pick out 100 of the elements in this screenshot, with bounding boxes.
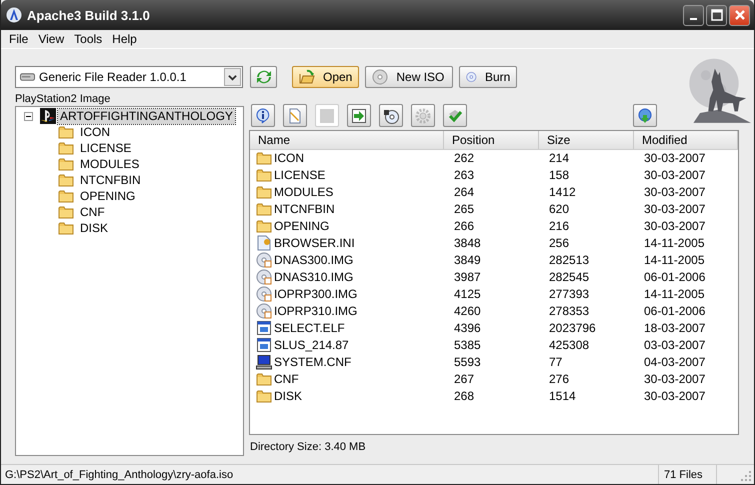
tree-item[interactable]: CNF xyxy=(78,204,107,220)
table-cell-text: 30-03-2007 xyxy=(643,218,706,235)
table-cell-text: 2023796 xyxy=(548,320,597,337)
tool-button[interactable] xyxy=(347,104,371,127)
settings-icon xyxy=(415,108,431,124)
folder-icon xyxy=(256,184,272,200)
tree-item[interactable]: LICENSE xyxy=(78,140,134,156)
table-cell-text: 06-01-2006 xyxy=(643,302,706,320)
file-name[interactable]: BROWSER.INI xyxy=(274,234,355,252)
table-cell-text: 30-03-2007 xyxy=(643,370,706,388)
file-name[interactable]: IOPRP310.IMG xyxy=(274,302,358,320)
table-cell-text: 30-03-2007 xyxy=(643,166,706,184)
table-cell-text: 265 xyxy=(453,200,476,218)
file-name[interactable]: OPENING xyxy=(274,218,330,235)
refresh-icon xyxy=(256,69,272,85)
computer-icon xyxy=(256,354,272,370)
folder-icon xyxy=(256,388,272,404)
file-name[interactable]: DNAS310.IMG xyxy=(274,268,354,286)
disc-image-icon xyxy=(256,303,272,320)
menu-item[interactable]: File xyxy=(4,32,34,46)
file-name[interactable]: SYSTEM.CNF xyxy=(274,354,352,371)
edit-icon xyxy=(287,108,303,124)
folder-icon xyxy=(58,220,74,236)
tree-item[interactable]: ICON xyxy=(78,124,112,140)
menu-item[interactable]: Tools xyxy=(69,32,108,46)
square-icon xyxy=(319,108,335,124)
close-icon xyxy=(734,9,746,21)
file-name[interactable]: LICENSE xyxy=(274,166,326,184)
file-name[interactable]: DISK xyxy=(274,388,302,405)
file-name[interactable]: IOPRP300.IMG xyxy=(274,286,358,303)
tree-item[interactable]: ARTOFFIGHTINGANTHOLOGY xyxy=(58,108,235,124)
refresh-button[interactable] xyxy=(250,66,277,88)
close-button[interactable] xyxy=(729,4,750,26)
resize-grip-icon xyxy=(740,470,752,482)
app-icon xyxy=(6,7,22,23)
table-cell-text: 278353 xyxy=(548,302,590,320)
check-icon xyxy=(447,108,463,124)
toolbar-button[interactable]: Open xyxy=(292,66,360,88)
folder-icon xyxy=(256,150,272,166)
file-name[interactable]: NTCNFBIN xyxy=(274,200,335,218)
tree-item[interactable]: OPENING xyxy=(78,188,138,204)
table-cell-text: 06-01-2006 xyxy=(643,268,706,286)
column-header[interactable]: Position xyxy=(444,130,539,149)
maximize-button[interactable] xyxy=(706,4,727,26)
table-cell-text: 14-11-2005 xyxy=(643,234,706,252)
table-cell-text: 282545 xyxy=(548,268,590,286)
file-name[interactable]: DNAS300.IMG xyxy=(274,252,354,269)
tree-item[interactable]: MODULES xyxy=(78,156,142,172)
folder-icon xyxy=(58,172,74,188)
column-header[interactable]: Modified xyxy=(634,130,738,149)
caret-icon xyxy=(228,72,237,82)
folder-icon xyxy=(256,201,272,218)
table-cell-text: 30-03-2007 xyxy=(643,388,706,405)
table-cell-text: 268 xyxy=(453,388,476,405)
tool-button[interactable] xyxy=(251,104,275,127)
file-name[interactable]: SELECT.ELF xyxy=(274,320,345,337)
table-cell-text: 266 xyxy=(453,218,476,235)
disc-logo-icon xyxy=(40,108,56,124)
file-name[interactable]: MODULES xyxy=(274,184,334,201)
info-icon xyxy=(255,108,271,124)
file-name[interactable]: SLUS_214.87 xyxy=(274,336,349,354)
disc-image-icon xyxy=(256,252,272,268)
minimize-icon xyxy=(690,18,697,20)
table-cell-text: 1412 xyxy=(548,184,577,201)
file-name[interactable]: CNF xyxy=(274,370,299,388)
file-count: 71 Files xyxy=(658,465,716,484)
toolbar-button[interactable]: Burn xyxy=(459,66,518,88)
table-cell-text: 1514 xyxy=(548,388,577,405)
tree-item[interactable]: NTCNFBIN xyxy=(78,172,143,188)
table-cell-text: 4260 xyxy=(453,302,482,320)
table-cell-text: 264 xyxy=(453,184,476,201)
table-cell-text: 30-03-2007 xyxy=(643,150,706,167)
directory-size: Directory Size: 3.40 MB xyxy=(249,440,367,455)
tool-button[interactable] xyxy=(379,104,403,127)
reader-dropdown[interactable]: Generic File Reader 1.0.0.1 xyxy=(15,66,243,88)
table-cell-text: 18-03-2007 xyxy=(643,320,706,337)
folder-icon xyxy=(256,218,272,234)
menu-item[interactable]: Help xyxy=(107,32,142,46)
minimize-button[interactable] xyxy=(683,4,704,26)
table-cell-text: 03-03-2007 xyxy=(643,336,706,354)
toolbar-button[interactable]: New ISO xyxy=(365,66,454,88)
table-cell-text: 4396 xyxy=(453,320,482,337)
file-name[interactable]: ICON xyxy=(274,150,304,167)
table-cell-text: 14-11-2005 xyxy=(643,252,706,269)
disc-image-icon xyxy=(256,286,272,302)
table-cell-text: 30-03-2007 xyxy=(643,184,706,201)
maximize-icon xyxy=(710,9,722,21)
tool-button[interactable] xyxy=(633,104,657,127)
table-cell-text: 4125 xyxy=(453,286,482,303)
tree-item[interactable]: DISK xyxy=(78,220,110,236)
menu-item[interactable]: View xyxy=(33,32,70,46)
table-cell-text: 216 xyxy=(548,218,570,235)
table-cell-text: 276 xyxy=(548,370,570,388)
column-header[interactable]: Name xyxy=(250,130,444,149)
folder-icon xyxy=(256,371,272,388)
table-cell-text: 3849 xyxy=(453,252,482,269)
column-header[interactable]: Size xyxy=(539,130,634,149)
program-window-icon xyxy=(256,337,272,354)
import-icon xyxy=(351,108,367,124)
table-cell-text: 3848 xyxy=(453,234,482,252)
